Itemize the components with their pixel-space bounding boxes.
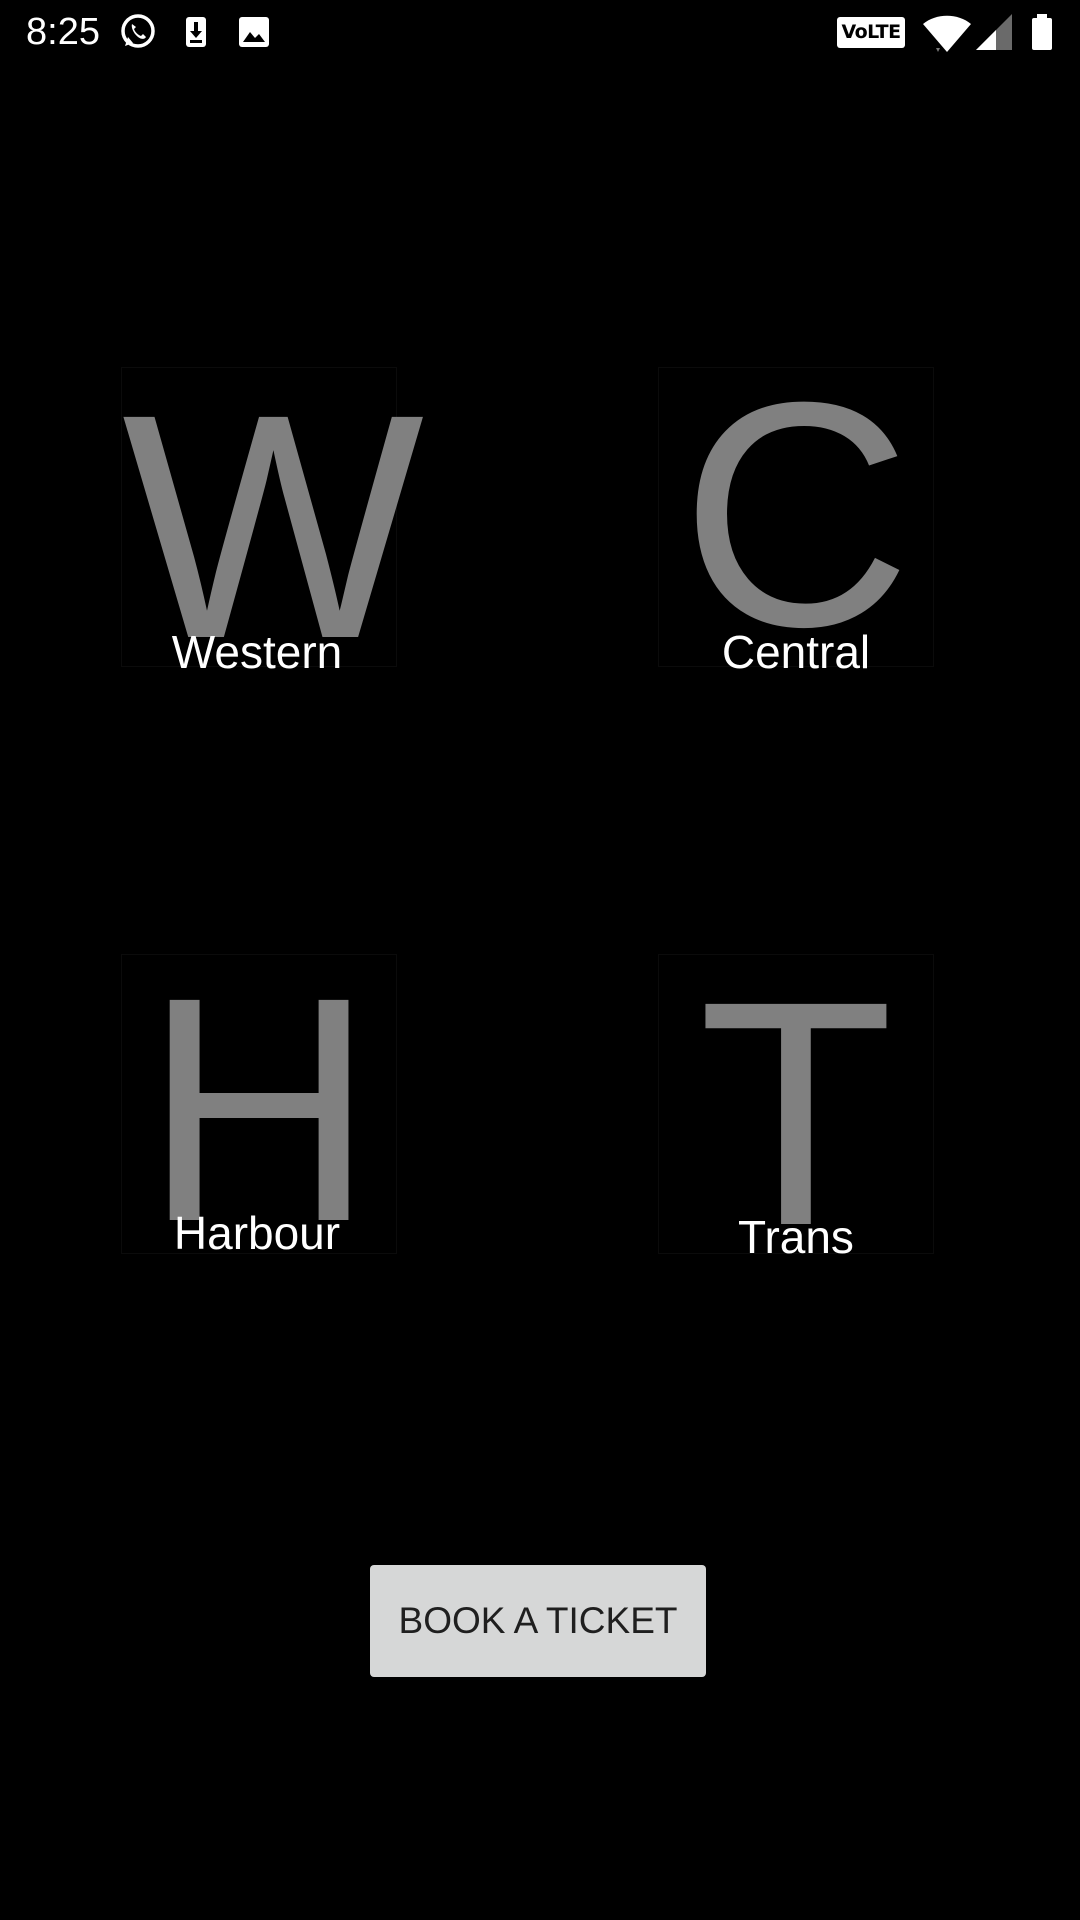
wifi-icon <box>923 15 971 52</box>
harbour-label: Harbour <box>173 1207 341 1259</box>
line-tile-trans[interactable]: T Trans <box>658 953 934 1273</box>
trans-label: Trans <box>738 1211 854 1263</box>
western-label: Western <box>171 626 343 678</box>
line-tile-harbour[interactable]: H Harbour <box>121 949 397 1269</box>
whatsapp-icon <box>121 14 155 48</box>
download-icon <box>186 17 206 47</box>
cellular-signal-icon <box>976 14 1012 50</box>
status-bar: 8:25 VoLTE <box>0 0 1080 64</box>
line-tile-western[interactable]: W Western <box>121 366 424 686</box>
book-ticket-button[interactable]: BOOK A TICKET <box>370 1565 706 1677</box>
status-time: 8:25 <box>26 11 100 53</box>
volte-badge: VoLTE <box>837 17 905 48</box>
battery-icon <box>1032 14 1052 50</box>
central-label: Central <box>721 626 871 678</box>
image-icon <box>239 17 269 47</box>
line-tile-central[interactable]: C Central <box>658 354 934 678</box>
